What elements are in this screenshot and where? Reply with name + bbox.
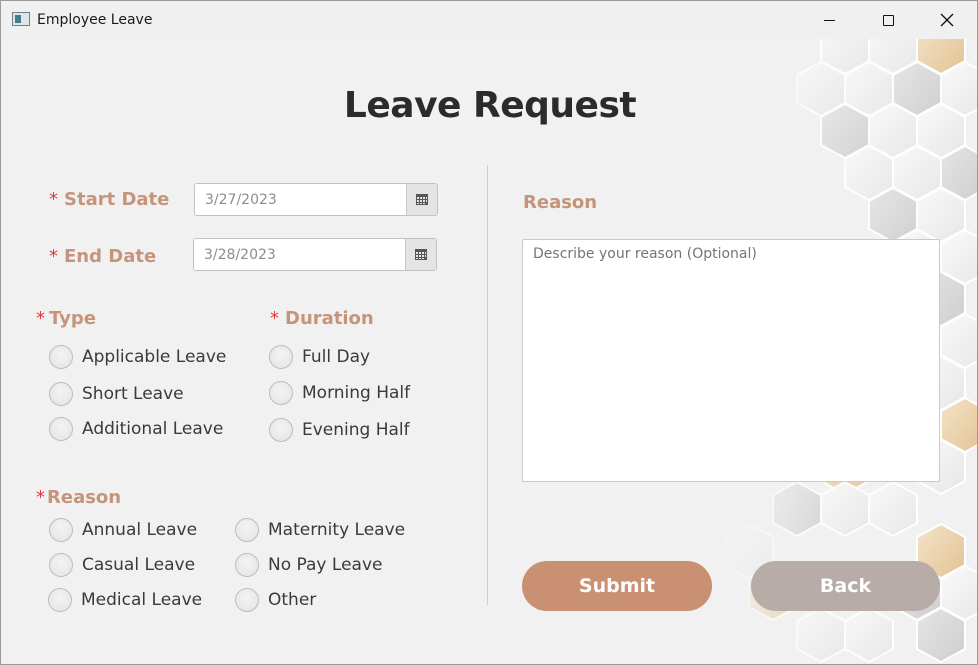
duration-option-full-day[interactable]: Full Day [269, 345, 370, 369]
radio-circle[interactable] [269, 418, 293, 442]
radio-circle[interactable] [49, 417, 73, 441]
radio-label: Maternity Leave [268, 520, 406, 540]
type-option-short-leave[interactable]: Short Leave [49, 382, 184, 406]
radio-label: Casual Leave [82, 555, 196, 575]
duration-option-evening-half[interactable]: Evening Half [269, 418, 410, 442]
duration-option-morning-half[interactable]: Morning Half [269, 381, 410, 405]
reason-option-no-pay-leave[interactable]: No Pay Leave [235, 553, 382, 577]
type-label: * Type [36, 308, 96, 329]
radio-label: Short Leave [82, 384, 184, 404]
maximize-icon [882, 14, 894, 26]
required-mark: * [270, 308, 279, 329]
radio-circle[interactable] [49, 518, 73, 542]
minimize-icon [823, 19, 835, 21]
end-date-label-text: End Date [64, 246, 157, 267]
window-title: Employee Leave [37, 12, 153, 28]
maximize-button[interactable] [858, 1, 918, 39]
radio-circle[interactable] [235, 553, 259, 577]
reason-text-label: Reason [523, 192, 598, 213]
required-mark: * [36, 487, 45, 508]
duration-label: * Duration [270, 308, 374, 329]
duration-label-text: Duration [285, 308, 374, 329]
required-mark: * [36, 308, 45, 329]
radio-circle[interactable] [49, 553, 73, 577]
end-date-picker [193, 238, 437, 271]
form-content: Leave Request * Start Date * End Date [1, 39, 977, 664]
reason-type-label: * Reason [36, 487, 121, 508]
start-date-label: * Start Date [49, 189, 169, 210]
title-bar: Employee Leave [1, 1, 977, 39]
reason-option-other[interactable]: Other [235, 588, 316, 612]
radio-label: Evening Half [302, 420, 410, 440]
type-label-text: Type [49, 308, 96, 329]
reason-textarea[interactable] [522, 239, 940, 482]
radio-circle[interactable] [269, 381, 293, 405]
radio-circle[interactable] [48, 588, 72, 612]
start-date-picker [194, 183, 438, 216]
close-button[interactable] [917, 1, 977, 39]
radio-circle[interactable] [235, 518, 259, 542]
reason-option-casual-leave[interactable]: Casual Leave [49, 553, 195, 577]
reason-option-maternity-leave[interactable]: Maternity Leave [235, 518, 405, 542]
type-option-applicable-leave[interactable]: Applicable Leave [49, 345, 226, 369]
vertical-divider [487, 165, 488, 605]
required-mark: * [49, 189, 58, 210]
close-icon [940, 13, 954, 27]
radio-circle[interactable] [269, 345, 293, 369]
radio-label: Full Day [302, 347, 371, 367]
reason-type-label-text: Reason [47, 487, 122, 508]
reason-option-medical-leave[interactable]: Medical Leave [48, 588, 202, 612]
required-mark: * [49, 246, 58, 267]
radio-circle[interactable] [49, 382, 73, 406]
radio-label: No Pay Leave [268, 555, 383, 575]
radio-label: Morning Half [302, 383, 411, 403]
app-icon [12, 12, 30, 26]
radio-label: Additional Leave [82, 419, 224, 439]
radio-label: Annual Leave [82, 520, 198, 540]
submit-button[interactable]: Submit [522, 561, 712, 611]
radio-label: Medical Leave [81, 590, 203, 610]
type-option-additional-leave[interactable]: Additional Leave [49, 417, 223, 441]
calendar-icon [415, 249, 427, 260]
radio-label: Applicable Leave [82, 347, 227, 367]
radio-circle[interactable] [49, 345, 73, 369]
start-date-label-text: Start Date [64, 189, 170, 210]
start-date-input[interactable] [195, 184, 406, 215]
calendar-icon [416, 194, 428, 205]
page-title: Leave Request [343, 85, 637, 126]
radio-circle[interactable] [235, 588, 259, 612]
reason-option-annual-leave[interactable]: Annual Leave [49, 518, 197, 542]
minimize-button[interactable] [799, 1, 859, 39]
radio-label: Other [268, 590, 317, 610]
app-window: Employee Leave Leave Request * Start Dat… [0, 0, 978, 665]
back-button[interactable]: Back [751, 561, 940, 611]
end-date-label: * End Date [49, 246, 156, 267]
end-date-calendar-button[interactable] [405, 239, 436, 270]
start-date-calendar-button[interactable] [406, 184, 437, 215]
end-date-input[interactable] [194, 239, 405, 270]
